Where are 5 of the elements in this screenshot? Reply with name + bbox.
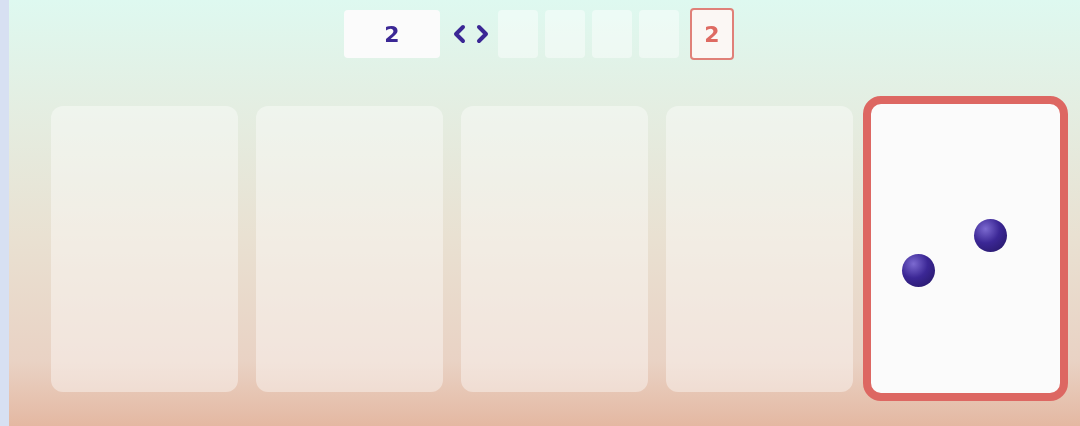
- ball-icon: [902, 254, 935, 287]
- answer-field[interactable]: 2: [344, 10, 440, 58]
- card[interactable]: [863, 96, 1068, 401]
- code-icon: [453, 24, 489, 44]
- ball-icon: [974, 219, 1007, 252]
